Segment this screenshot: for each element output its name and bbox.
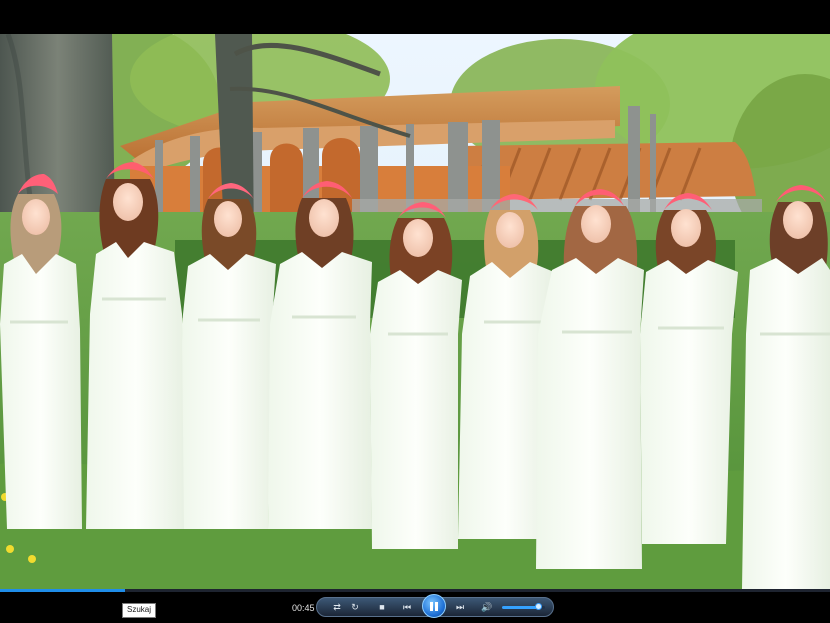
next-icon[interactable]: ⏭ [451,601,469,613]
shuffle-icon[interactable]: ⇄ [332,601,342,613]
pause-button[interactable] [422,594,446,618]
choir-group [0,162,830,589]
speaker-icon[interactable]: 🔊 [481,601,493,613]
video-frame[interactable] [0,34,830,589]
volume-knob[interactable] [534,603,542,610]
stop-icon[interactable]: ■ [377,601,387,613]
video-scene [0,34,830,589]
pause-icon [435,602,438,611]
pause-icon [430,602,433,611]
previous-icon[interactable]: ⏮ [398,601,416,613]
elapsed-time: 00:45 [292,603,315,613]
volume-slider[interactable] [502,603,545,610]
media-player-window: Szukaj 00:45 ⇄ ↻ ■ ⏮ ⏭ 🔊 [0,0,830,623]
top-black-bar [0,0,830,34]
repeat-icon[interactable]: ↻ [350,601,360,613]
search-tooltip: Szukaj [122,603,157,618]
volume-fill [502,606,539,609]
